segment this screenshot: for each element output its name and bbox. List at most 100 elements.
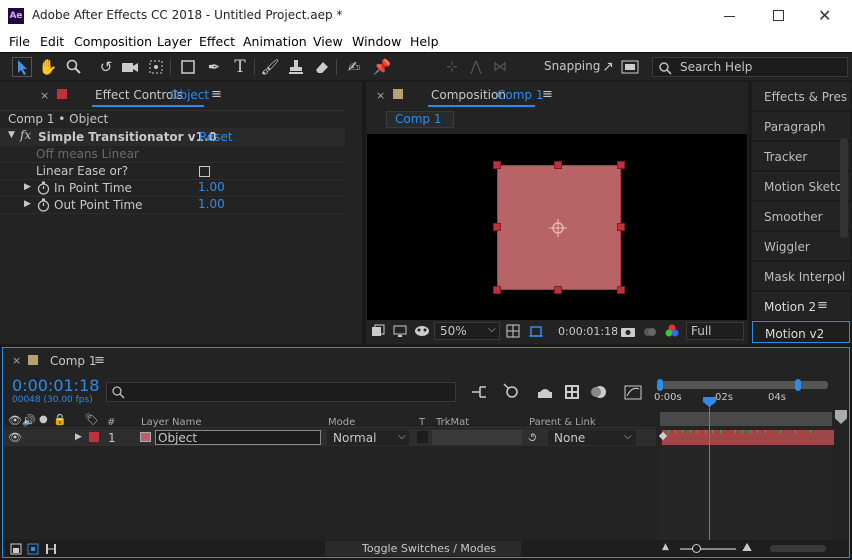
work-area-bar[interactable] [660, 412, 832, 426]
fx-icon[interactable]: fx [20, 128, 31, 142]
panel-wiggler[interactable]: Wiggler [752, 232, 850, 260]
panel-mask-interpolation[interactable]: Mask Interpol [752, 262, 850, 290]
layer-trkmat-dropdown[interactable] [432, 430, 522, 445]
puppet-pin-tool-icon[interactable]: 📌 [372, 57, 392, 77]
panel-smoother[interactable]: Smoother [752, 202, 850, 230]
zoom-out-mountains-icon[interactable]: ▲ [662, 542, 669, 552]
header-label-icon[interactable]: 🏷 [85, 413, 99, 426]
camera-tool-icon[interactable] [120, 57, 140, 77]
handle-mid-right[interactable] [617, 223, 625, 231]
header-solo-icon[interactable]: ● [39, 414, 48, 425]
panel-motion-2[interactable]: Motion 2 [752, 292, 850, 320]
menu-edit[interactable]: Edit [40, 34, 64, 49]
effect-controls-tab-target[interactable]: Object [170, 88, 209, 102]
axis-view-icon[interactable]: ⋈ [490, 57, 510, 77]
pan-behind-tool-icon[interactable] [146, 57, 166, 77]
rectangle-tool-icon[interactable] [178, 57, 198, 77]
menu-animation[interactable]: Animation [243, 34, 307, 49]
right-panels-scrollbar[interactable] [840, 138, 848, 238]
menu-layer[interactable]: Layer [157, 34, 192, 49]
composition-tab-title[interactable]: Composition [431, 88, 506, 102]
handle-top-left[interactable] [493, 161, 501, 169]
in-out-stretch-icon[interactable] [44, 543, 58, 555]
timeline-menu-icon[interactable]: ≡ [94, 353, 105, 368]
layer-label-swatch[interactable] [89, 432, 99, 442]
timeline-close-icon[interactable]: × [12, 354, 21, 367]
minimize-icon[interactable] [724, 16, 735, 17]
timeline-zoom-slider-handle[interactable] [692, 544, 701, 553]
effect-controls-close-icon[interactable]: × [40, 89, 49, 102]
shy-layers-icon[interactable] [536, 384, 554, 400]
header-layer-name[interactable]: Layer Name [141, 417, 202, 428]
handle-bottom-left[interactable] [493, 286, 501, 294]
timeline-horizontal-scrollbar[interactable] [770, 545, 826, 552]
clone-stamp-tool-icon[interactable] [286, 57, 306, 77]
menu-window[interactable]: Window [352, 34, 401, 49]
timeline-zoom-slider[interactable] [680, 548, 736, 550]
layer-switches-icon[interactable] [10, 543, 22, 555]
out-point-expand-icon[interactable]: ▶ [24, 199, 31, 209]
header-trkmat[interactable]: TrkMat [436, 417, 469, 428]
effect-controls-menu-icon[interactable]: ≡ [211, 87, 222, 102]
layer-expand-icon[interactable]: ▶ [75, 432, 82, 442]
snap-edge-icon[interactable]: ↗ [598, 57, 618, 77]
close-icon[interactable]: ✕ [818, 6, 831, 25]
pickwhip-icon[interactable]: ૭ [528, 430, 536, 445]
header-audio-icon[interactable]: 🔊 [22, 414, 36, 427]
draft-3d-icon[interactable] [470, 384, 488, 400]
panel-paragraph[interactable]: Paragraph [752, 112, 850, 140]
linear-ease-checkbox[interactable] [199, 166, 210, 177]
preview-mask-icon[interactable] [414, 325, 430, 337]
show-snapshot-icon[interactable] [642, 325, 658, 338]
search-help-box[interactable]: Search Help [652, 57, 848, 77]
composition-tab-target[interactable]: Comp 1 [497, 88, 543, 102]
effect-expand-icon[interactable]: ▼ [8, 130, 15, 140]
time-navigator-start-handle[interactable] [657, 379, 663, 391]
header-lock-icon[interactable]: 🔒 [53, 413, 67, 426]
panel-motion-v2[interactable]: Motion v2 [752, 321, 850, 343]
region-of-interest-icon[interactable] [371, 324, 385, 338]
composition-timecode[interactable]: 0:00:01:18 [558, 325, 618, 338]
maximize-icon[interactable] [773, 10, 784, 21]
hand-tool-icon[interactable]: ✋ [38, 57, 58, 77]
snapshot-camera-icon[interactable] [620, 325, 636, 338]
monitor-icon[interactable] [393, 324, 407, 338]
time-navigator[interactable] [660, 381, 828, 389]
brush-tool-icon[interactable]: 🖌 [260, 57, 280, 77]
menu-view[interactable]: View [313, 34, 343, 49]
graph-editor-icon[interactable] [624, 383, 642, 401]
zoom-tool-icon[interactable] [64, 57, 84, 77]
in-point-expand-icon[interactable]: ▶ [24, 182, 31, 192]
in-point-stopwatch-icon[interactable] [37, 181, 50, 195]
handle-bottom-mid[interactable] [554, 286, 562, 294]
handle-top-mid[interactable] [554, 161, 562, 169]
channels-icon[interactable] [664, 323, 680, 339]
handle-mid-left[interactable] [493, 223, 501, 231]
eraser-tool-icon[interactable] [312, 57, 332, 77]
fit-grid-icon[interactable] [506, 324, 520, 338]
motion-blur-icon[interactable] [590, 384, 608, 400]
out-point-stopwatch-icon[interactable] [37, 198, 50, 212]
panel-tracker[interactable]: Tracker [752, 142, 850, 170]
timeline-tab-title[interactable]: Comp 1 [50, 354, 96, 368]
frame-blending-icon[interactable] [564, 384, 580, 400]
handle-bottom-right[interactable] [617, 286, 625, 294]
axis-local-icon[interactable]: ⊹ [442, 57, 462, 77]
type-tool-icon[interactable]: T [230, 57, 250, 77]
motion-2-menu-icon[interactable]: ≡ [817, 298, 828, 313]
layer-preserve-transparency[interactable] [417, 431, 428, 443]
current-time-indicator[interactable] [709, 400, 710, 540]
roto-brush-tool-icon[interactable]: ✍ [344, 57, 364, 77]
menu-help[interactable]: Help [410, 34, 439, 49]
transparency-grid-icon[interactable] [528, 323, 544, 339]
transfer-controls-icon[interactable] [27, 543, 39, 555]
timeline-search-input[interactable] [106, 382, 456, 402]
header-parent-link[interactable]: Parent & Link [529, 417, 596, 428]
menu-file[interactable]: File [9, 34, 30, 49]
axis-world-icon[interactable]: ⋀ [466, 57, 486, 77]
panel-motion-sketch[interactable]: Motion Sketch [752, 172, 850, 200]
selection-tool-icon[interactable] [12, 57, 32, 77]
composition-menu-icon[interactable]: ≡ [542, 87, 553, 102]
menu-composition[interactable]: Composition [74, 34, 152, 49]
effect-reset-link[interactable]: Reset [199, 130, 233, 144]
